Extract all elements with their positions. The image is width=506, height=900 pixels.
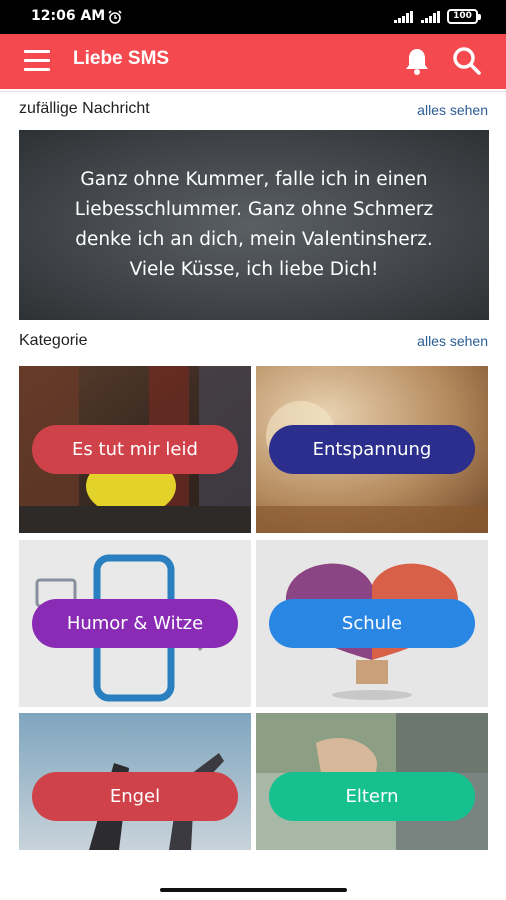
alarm-clock-icon — [108, 10, 122, 24]
random-message-card[interactable]: Ganz ohne Kummer, falle ich in einen Lie… — [19, 130, 489, 320]
signal-icon — [394, 11, 413, 23]
category-tile-es-tut-mir-leid[interactable]: Es tut mir leid — [19, 366, 251, 533]
see-all-category-link[interactable]: alles sehen — [417, 333, 488, 349]
category-pill-schule: Schule — [269, 599, 475, 648]
see-all-random-link[interactable]: alles sehen — [417, 102, 488, 118]
category-tile-schule[interactable]: Schule — [256, 540, 488, 707]
category-label: Humor & Witze — [66, 613, 204, 634]
category-tile-engel[interactable]: Engel — [19, 713, 251, 850]
home-indicator[interactable] — [160, 888, 347, 892]
divider — [0, 91, 506, 92]
category-pill-humor-witze: Humor & Witze — [32, 599, 238, 648]
battery-indicator: 100 — [447, 9, 481, 24]
category-tile-entspannung[interactable]: Entspannung — [256, 366, 488, 533]
category-pill-engel: Engel — [32, 772, 238, 821]
app-title: Liebe SMS — [73, 48, 170, 69]
hamburger-menu-icon[interactable] — [24, 50, 50, 72]
message-line: denke ich an dich, mein Valentinsherz. — [75, 229, 433, 250]
random-message-text: Ganz ohne Kummer, falle ich in einen Lie… — [75, 165, 433, 285]
message-line: Viele Küsse, ich liebe Dich! — [129, 259, 379, 280]
category-pill-es-tut-mir-leid: Es tut mir leid — [32, 425, 238, 474]
category-label: Schule — [341, 613, 403, 634]
status-bar: 12:06 AM 100 — [0, 0, 506, 34]
section-title-category: Kategorie — [19, 332, 88, 349]
category-label: Entspannung — [312, 439, 432, 460]
status-time: 12:06 AM — [31, 8, 106, 24]
signal-icon — [421, 11, 440, 23]
category-label: Es tut mir leid — [72, 439, 198, 460]
bell-icon[interactable] — [403, 46, 431, 76]
category-label: Engel — [109, 786, 161, 807]
category-pill-eltern: Eltern — [269, 772, 475, 821]
app-bar: Liebe SMS — [0, 34, 506, 89]
message-line: Liebesschlummer. Ganz ohne Schmerz — [74, 199, 434, 220]
category-pill-entspannung: Entspannung — [269, 425, 475, 474]
category-tile-eltern[interactable]: Eltern — [256, 713, 488, 850]
message-line: Ganz ohne Kummer, falle ich in einen — [80, 169, 428, 190]
category-label: Eltern — [345, 786, 399, 807]
category-tile-humor-witze[interactable]: Humor & Witze — [19, 540, 251, 707]
search-icon[interactable] — [451, 45, 483, 77]
section-title-random: zufällige Nachricht — [19, 100, 150, 117]
